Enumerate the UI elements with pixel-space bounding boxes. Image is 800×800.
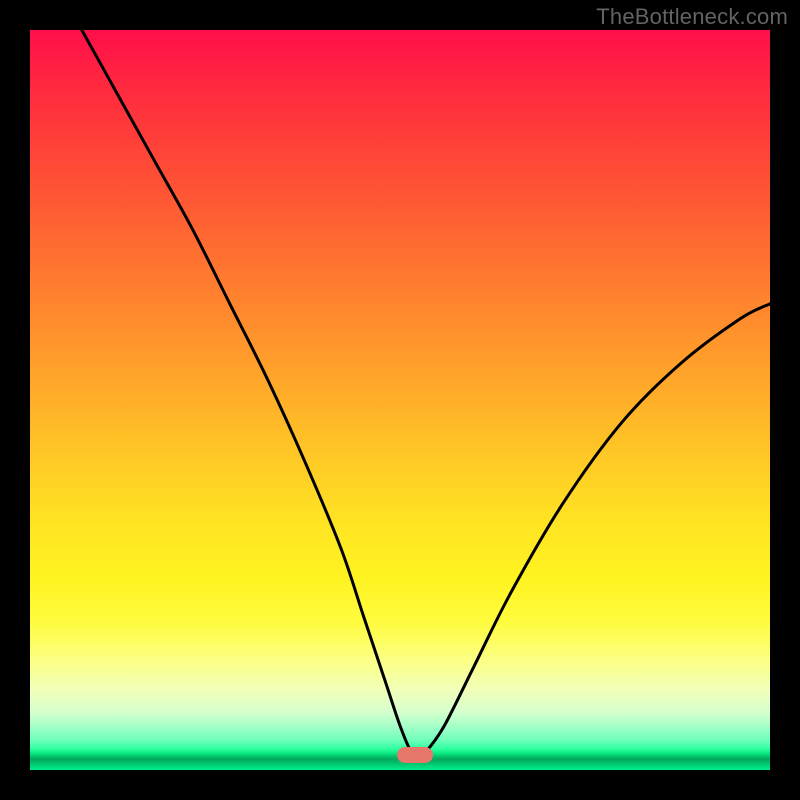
curve-svg <box>30 30 770 770</box>
chart-frame: TheBottleneck.com <box>0 0 800 800</box>
bottleneck-curve-path <box>82 30 770 754</box>
optimal-marker <box>397 747 433 763</box>
plot-area <box>30 30 770 770</box>
watermark-text: TheBottleneck.com <box>596 4 788 30</box>
